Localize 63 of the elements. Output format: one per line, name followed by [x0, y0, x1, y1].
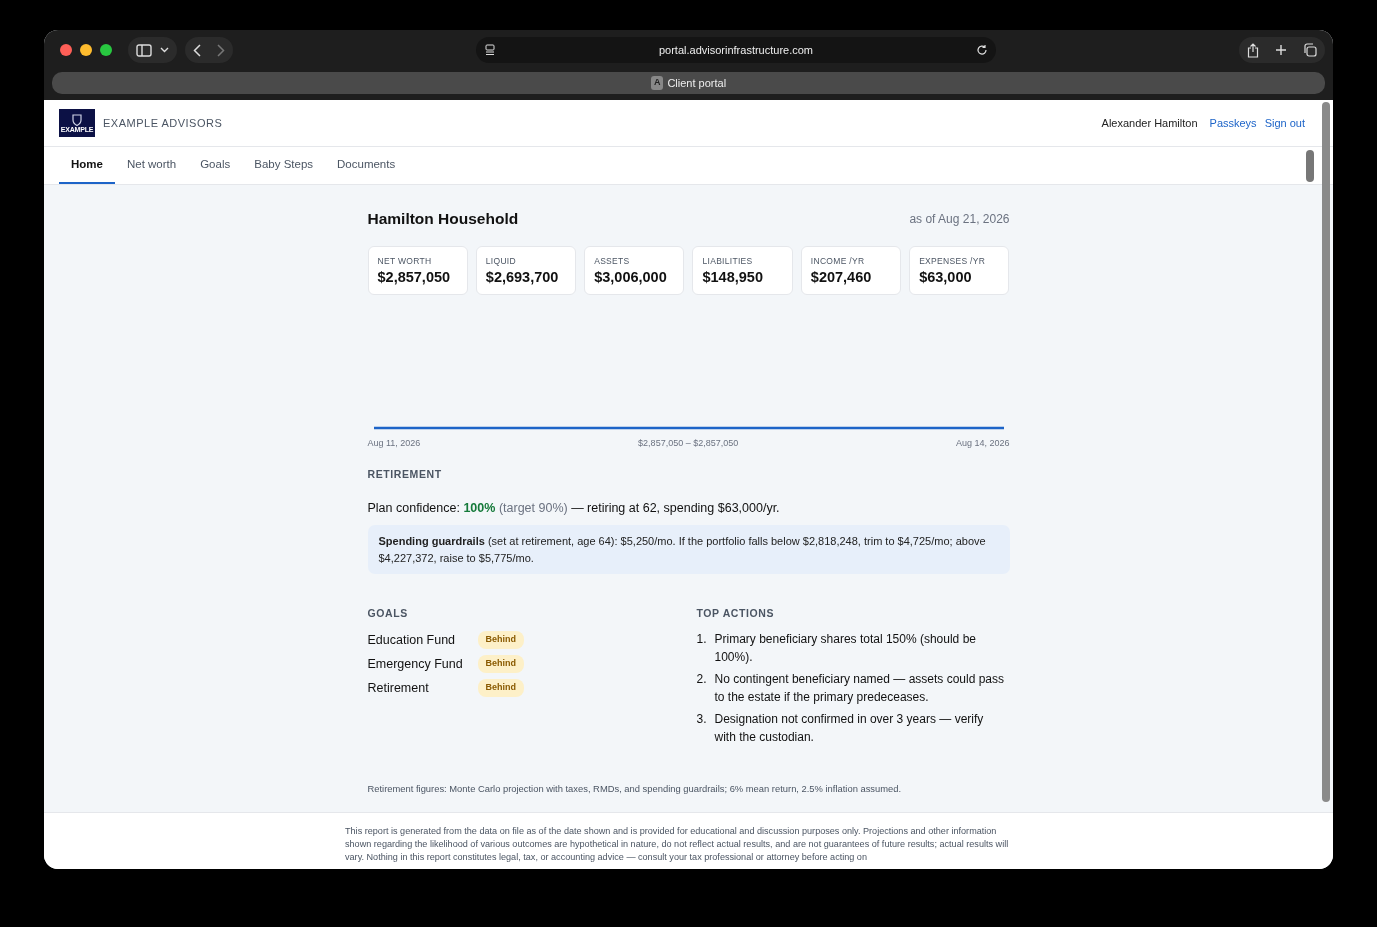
status-badge: Behind — [477, 679, 524, 697]
status-badge: Behind — [477, 631, 524, 649]
page-menu-icon[interactable] — [484, 44, 496, 56]
as-of-date: as of Aug 21, 2026 — [909, 210, 1010, 228]
action-text: No contingent beneficiary named — assets could pass to the estate if the primary predeceases. — [714, 671, 1005, 706]
nav-tab[interactable]: Documents — [325, 147, 408, 184]
chart-start-date: Aug 11, 2026 — [367, 437, 421, 451]
stat-value: $207,460 — [810, 268, 873, 287]
nav-tab[interactable]: Goals — [188, 147, 243, 184]
tab-title: Client portal — [667, 75, 727, 91]
plan-confidence-text: Plan confidence: 100% (target 90%) — retiring at 62, spending $63,000/yr. — [367, 499, 781, 517]
minimize-window-button[interactable] — [80, 44, 92, 56]
tab-favicon: A — [650, 76, 664, 90]
section-heading: RETIREMENT — [367, 466, 443, 482]
plus-icon[interactable] — [1275, 44, 1287, 56]
header-link[interactable]: Sign out — [1264, 114, 1305, 132]
stat-value: $3,006,000 — [594, 268, 668, 287]
list-number: 1. — [696, 631, 707, 648]
household-title: Hamilton Household — [367, 209, 519, 229]
section-heading: GOALS — [367, 606, 409, 622]
stat-label: EXPENSES /YR — [919, 255, 987, 268]
footnote-text: Retirement figures: Monte Carlo projection with taxes, RMDs, and spending guardrails; 6% mean return, 2.5% inflation assumed. — [367, 782, 903, 796]
list-number: 3. — [696, 711, 707, 728]
zoom-window-button[interactable] — [100, 44, 112, 56]
chevron-down-icon[interactable] — [160, 47, 169, 53]
action-text: Designation not confirmed in over 3 years — verify with the custodian. — [714, 711, 985, 746]
scrollbar-thumb[interactable] — [1306, 150, 1314, 182]
close-window-button[interactable] — [60, 44, 72, 56]
goal-name: Education Fund — [367, 631, 457, 649]
forward-icon[interactable] — [217, 43, 225, 57]
goal-name: Retirement — [367, 679, 430, 697]
action-text: Primary beneficiary shares total 150% (should be 100%). — [714, 631, 977, 666]
stat-label: LIABILITIES — [702, 255, 754, 268]
stat-label: INCOME /YR — [810, 255, 866, 268]
stat-value: $63,000 — [919, 268, 973, 287]
goal-name: Emergency Fund — [367, 655, 464, 673]
tabs-overview-icon[interactable] — [1303, 43, 1317, 57]
chart-end-date: Aug 14, 2026 — [955, 437, 1010, 451]
stat-label: LIQUID — [485, 255, 517, 268]
list-number: 2. — [696, 671, 707, 688]
stat-label: NET WORTH — [377, 255, 433, 268]
section-heading: TOP ACTIONS — [696, 606, 776, 622]
stat-label: ASSETS — [594, 255, 631, 268]
user-name: Alexander Hamilton — [1101, 115, 1198, 131]
nav-tab[interactable]: Baby Steps — [242, 147, 326, 184]
nav-tab[interactable]: Net worth — [114, 147, 189, 184]
brand-name: EXAMPLE ADVISORS — [103, 115, 223, 131]
header-link[interactable]: Passkeys — [1209, 114, 1257, 132]
guardrails-note: Spending guardrails (set at retirement, age 64): $5,250/mo. If the portfolio falls below $2,818,248, trim to $4,725/mo; above $4,227,372, raise to $5,775/mo. — [367, 525, 1010, 575]
reload-icon[interactable] — [976, 44, 988, 56]
stat-value: $2,857,050 — [377, 268, 452, 287]
scrollbar[interactable] — [1322, 102, 1330, 802]
disclaimer-text: This report is generated from the data on file as of the date shown and is provided for educational and discussion purposes only. Projections and other information shown regarding the likelihood of various outcomes are hypothetical in nature, do not reflect actual results, and are not guarantees of future results; actual results will vary. Nothing in this report constitutes legal, tax, or accounting advice — consult your tax professional or attorney before acting on — [345, 825, 1010, 865]
browser-tab[interactable]: A Client portal — [52, 72, 1325, 94]
shield-icon — [72, 113, 82, 126]
chart-range-label: $2,857,050 – $2,857,050 — [638, 437, 739, 451]
stat-value: $148,950 — [702, 268, 764, 287]
status-badge: Behind — [477, 655, 524, 673]
stat-value: $2,693,700 — [485, 268, 560, 287]
back-icon[interactable] — [193, 43, 201, 57]
share-icon[interactable] — [1247, 42, 1259, 58]
nav-tab[interactable]: Home — [59, 147, 115, 184]
sidebar-icon[interactable] — [136, 43, 152, 57]
